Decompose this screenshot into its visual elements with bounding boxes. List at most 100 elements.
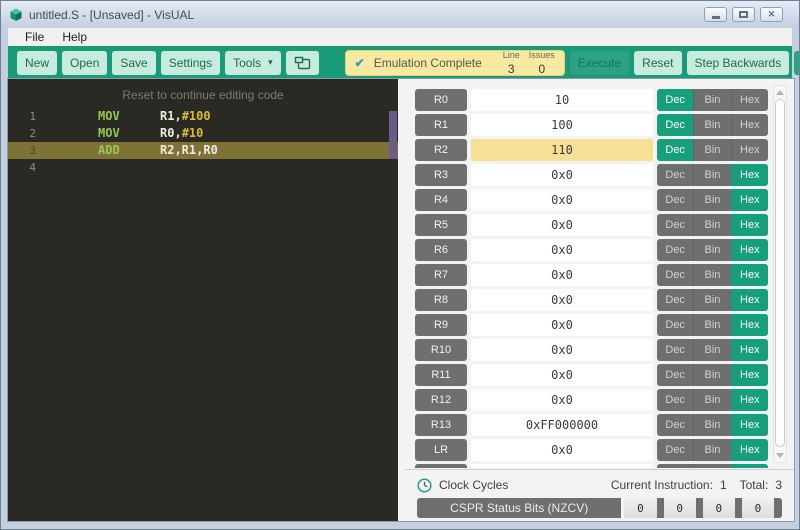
hex-toggle[interactable]: Hex (731, 364, 768, 386)
reset-button[interactable]: Reset (634, 51, 681, 75)
register-name-button[interactable]: R10 (415, 339, 467, 361)
bin-toggle[interactable]: Bin (693, 89, 730, 111)
register-name-button[interactable]: R9 (415, 314, 467, 336)
hex-toggle[interactable]: Hex (731, 164, 768, 186)
register-value-field[interactable]: 0x0 (471, 389, 653, 411)
settings-button[interactable]: Settings (161, 51, 220, 75)
dec-toggle[interactable]: Dec (657, 439, 693, 461)
code-line[interactable]: 2MOVR0,#10 (8, 125, 398, 142)
register-value-field[interactable]: 0x0 (471, 314, 653, 336)
dec-toggle[interactable]: Dec (657, 364, 693, 386)
register-scrollbar[interactable] (773, 85, 787, 463)
bin-toggle[interactable]: Bin (693, 389, 730, 411)
bin-toggle[interactable]: Bin (693, 439, 730, 461)
code-line[interactable]: 4 (8, 159, 398, 176)
register-name-button[interactable]: R6 (415, 239, 467, 261)
dec-toggle[interactable]: Dec (657, 289, 693, 311)
save-button[interactable]: Save (112, 51, 155, 75)
bin-toggle[interactable]: Bin (693, 414, 730, 436)
execute-button[interactable]: Execute (570, 51, 629, 75)
menu-help[interactable]: Help (53, 29, 96, 45)
hex-toggle[interactable]: Hex (731, 239, 768, 261)
bin-toggle[interactable]: Bin (693, 289, 730, 311)
open-button[interactable]: Open (62, 51, 107, 75)
register-name-button[interactable]: R2 (415, 139, 467, 161)
dec-toggle[interactable]: Dec (657, 314, 693, 336)
register-value-field[interactable]: 0xFF000000 (471, 414, 653, 436)
register-name-button[interactable]: R0 (415, 89, 467, 111)
hex-toggle[interactable]: Hex (731, 314, 768, 336)
maximize-button[interactable] (732, 7, 755, 22)
scroll-up-icon[interactable] (776, 90, 784, 95)
bin-toggle[interactable]: Bin (693, 364, 730, 386)
dec-toggle[interactable]: Dec (657, 414, 693, 436)
dec-toggle[interactable]: Dec (657, 114, 693, 136)
bin-toggle[interactable]: Bin (693, 339, 730, 361)
dec-toggle[interactable]: Dec (657, 339, 693, 361)
dec-toggle[interactable]: Dec (657, 264, 693, 286)
register-name-button[interactable]: R12 (415, 389, 467, 411)
dec-toggle[interactable]: Dec (657, 389, 693, 411)
register-name-button[interactable]: LR (415, 439, 467, 461)
bin-toggle[interactable]: Bin (693, 464, 730, 468)
register-name-button[interactable]: R5 (415, 214, 467, 236)
code-line[interactable]: 3ADDR2,R1,R0 (8, 142, 398, 159)
register-value-field[interactable]: 0x0 (471, 439, 653, 461)
dec-toggle[interactable]: Dec (657, 214, 693, 236)
dec-toggle[interactable]: Dec (657, 239, 693, 261)
bin-toggle[interactable]: Bin (693, 314, 730, 336)
register-name-button[interactable]: R7 (415, 264, 467, 286)
hex-toggle[interactable]: Hex (731, 439, 768, 461)
dec-toggle[interactable]: Dec (657, 164, 693, 186)
bin-toggle[interactable]: Bin (693, 214, 730, 236)
register-value-field[interactable]: 0x0 (471, 239, 653, 261)
register-value-field[interactable]: 0x0 (471, 189, 653, 211)
bin-toggle[interactable]: Bin (693, 264, 730, 286)
hex-toggle[interactable]: Hex (731, 414, 768, 436)
register-name-button[interactable]: R3 (415, 164, 467, 186)
register-value-field[interactable]: 100 (471, 114, 653, 136)
register-value-field[interactable]: 10 (471, 89, 653, 111)
hex-toggle[interactable]: Hex (731, 114, 768, 136)
register-value-field[interactable]: 0x0 (471, 289, 653, 311)
register-name-button[interactable]: R13 (415, 414, 467, 436)
hex-toggle[interactable]: Hex (731, 289, 768, 311)
hex-toggle[interactable]: Hex (731, 339, 768, 361)
hex-toggle[interactable]: Hex (731, 464, 768, 468)
register-name-button[interactable]: R1 (415, 114, 467, 136)
bin-toggle[interactable]: Bin (693, 189, 730, 211)
layout-window-button[interactable] (286, 51, 319, 75)
register-name-button[interactable]: R8 (415, 289, 467, 311)
code-editor[interactable]: Reset to continue editing code 1MOVR1,#1… (8, 79, 398, 521)
dec-toggle[interactable]: Dec (657, 189, 693, 211)
dec-toggle[interactable]: Dec (657, 464, 693, 468)
register-value-field[interactable] (471, 464, 653, 468)
hex-toggle[interactable]: Hex (731, 189, 768, 211)
hex-toggle[interactable]: Hex (731, 139, 768, 161)
new-button[interactable]: New (17, 51, 57, 75)
register-value-field[interactable]: 0x0 (471, 364, 653, 386)
minimize-button[interactable] (704, 7, 727, 22)
register-value-field[interactable]: 110 (471, 139, 653, 161)
step-backwards-button[interactable]: Step Backwards (687, 51, 790, 75)
dec-toggle[interactable]: Dec (657, 139, 693, 161)
hex-toggle[interactable]: Hex (731, 214, 768, 236)
scrollbar-thumb[interactable] (775, 99, 785, 447)
step-forwards-button[interactable]: Step Forwards (794, 51, 800, 75)
tools-button[interactable]: Tools ▾ (225, 51, 281, 75)
register-value-field[interactable]: 0x0 (471, 164, 653, 186)
hex-toggle[interactable]: Hex (731, 389, 768, 411)
register-value-field[interactable]: 0x0 (471, 339, 653, 361)
register-name-button[interactable] (415, 464, 467, 468)
bin-toggle[interactable]: Bin (693, 139, 730, 161)
hex-toggle[interactable]: Hex (731, 89, 768, 111)
code-line[interactable]: 1MOVR1,#100 (8, 108, 398, 125)
bin-toggle[interactable]: Bin (693, 114, 730, 136)
register-value-field[interactable]: 0x0 (471, 264, 653, 286)
close-button[interactable]: ✕ (760, 7, 783, 22)
register-name-button[interactable]: R4 (415, 189, 467, 211)
hex-toggle[interactable]: Hex (731, 264, 768, 286)
menu-file[interactable]: File (16, 29, 53, 45)
register-name-button[interactable]: R11 (415, 364, 467, 386)
register-value-field[interactable]: 0x0 (471, 214, 653, 236)
